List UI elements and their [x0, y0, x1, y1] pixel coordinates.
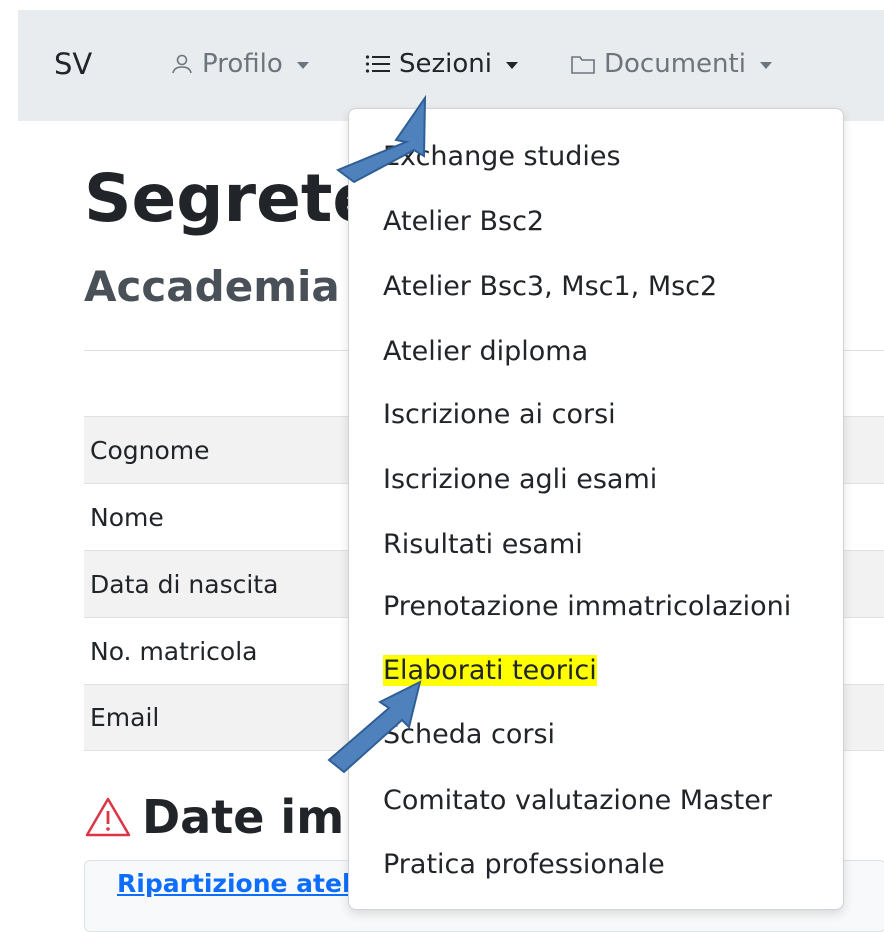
chevron-down-icon [505, 61, 518, 69]
row-label: No. matricola [90, 636, 258, 666]
dropdown-item[interactable]: Iscrizione agli esami [383, 464, 657, 495]
dropdown-item[interactable]: Risultati esami [383, 529, 583, 560]
section-title-text: Date im [142, 790, 345, 844]
person-icon [170, 52, 194, 76]
dropdown-item[interactable]: Atelier Bsc3, Msc1, Msc2 [383, 271, 717, 302]
navbar-brand[interactable]: SV [54, 47, 92, 81]
ripartizione-link[interactable]: Ripartizione atel [117, 869, 351, 898]
page-subtitle: Accademia [84, 262, 340, 311]
dropdown-item[interactable]: Atelier diploma [383, 336, 588, 367]
chevron-down-icon [296, 61, 309, 69]
dropdown-item[interactable]: Pratica professionale [383, 849, 665, 880]
warning-icon [84, 796, 132, 838]
sezioni-dropdown-menu: Exchange studies Atelier Bsc2 Atelier Bs… [348, 108, 844, 910]
nav-profilo[interactable]: Profilo [170, 49, 309, 79]
dropdown-item[interactable]: Prenotazione immatricolazioni [383, 591, 791, 622]
nav-documenti-label: Documenti [604, 49, 746, 79]
row-label: Data di nascita [90, 569, 279, 599]
folder-icon [570, 53, 596, 75]
dropdown-item[interactable]: Comitato valutazione Master [383, 785, 772, 816]
row-label: Nome [90, 502, 164, 532]
dropdown-item[interactable]: Atelier Bsc2 [383, 206, 544, 237]
nav-profilo-label: Profilo [202, 49, 283, 79]
nav-documenti[interactable]: Documenti [570, 49, 772, 79]
page-title: Segrete [84, 160, 378, 237]
dropdown-item-elaborati-teorici[interactable]: Elaborati teorici [383, 655, 597, 686]
nav-sezioni[interactable]: Sezioni [365, 49, 518, 79]
nav-sezioni-label: Sezioni [399, 49, 492, 79]
chevron-down-icon [759, 61, 772, 69]
dropdown-item[interactable]: Scheda corsi [383, 719, 555, 750]
dropdown-item[interactable]: Iscrizione ai corsi [383, 399, 616, 430]
dropdown-item[interactable]: Exchange studies [383, 141, 621, 172]
list-icon [365, 53, 391, 75]
section-title: Date im [84, 790, 344, 844]
row-label: Email [90, 703, 160, 732]
row-label: Cognome [90, 435, 210, 465]
